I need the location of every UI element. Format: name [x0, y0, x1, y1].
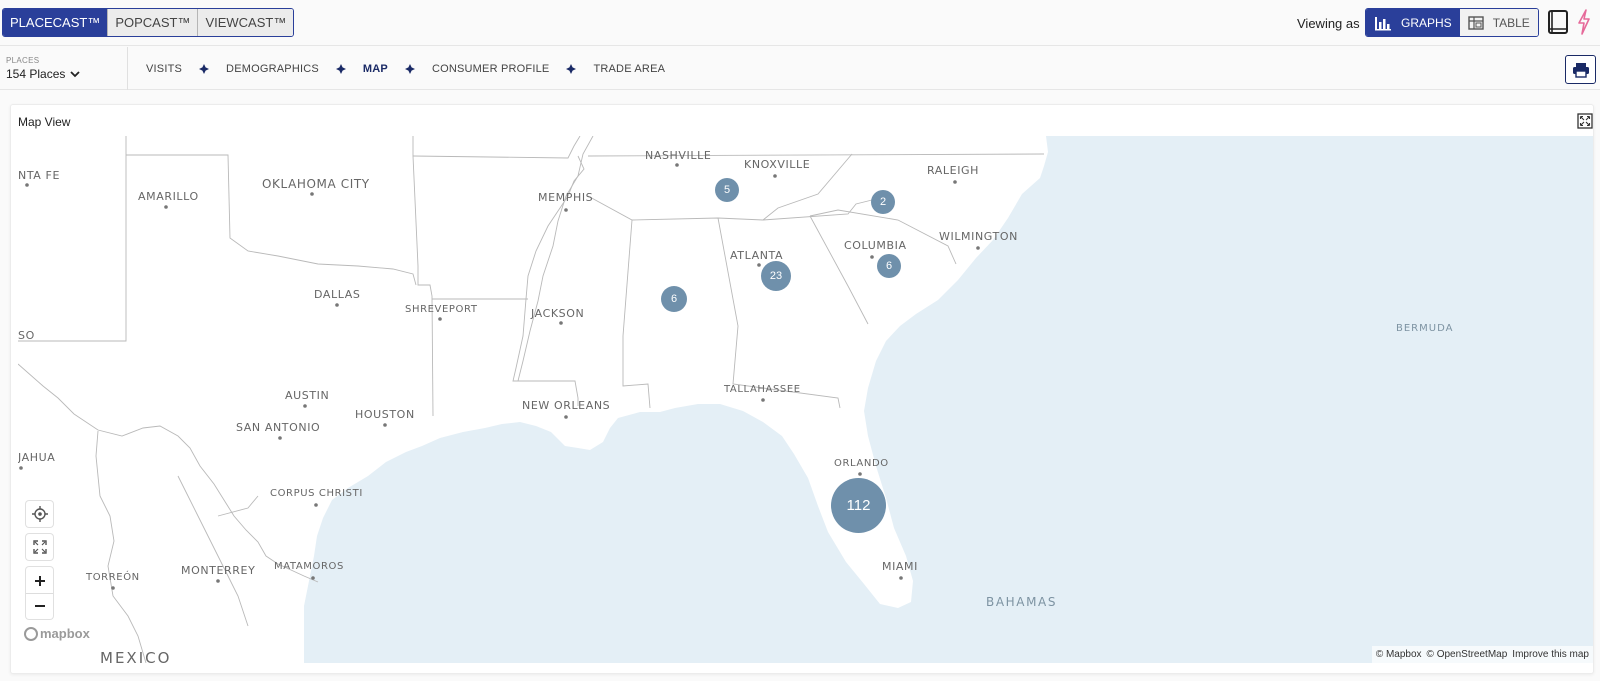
diamond-separator-icon: [199, 63, 210, 74]
location-cluster[interactable]: 112: [831, 478, 886, 533]
city-label-columbia: COLUMBIA: [844, 239, 907, 252]
tab-trade-area[interactable]: TRADE AREA: [593, 63, 665, 75]
region-label-bahamas: BAHAMAS: [986, 595, 1057, 609]
city-label-miami: MIAMI: [882, 560, 918, 573]
report-nav-bar: PLACES 154 Places VISITS DEMOGRAPHICS MA…: [0, 47, 1600, 90]
diamond-separator-icon: [404, 63, 415, 74]
viewing-as-label: Viewing as: [1297, 16, 1360, 31]
city-label-austin: AUSTIN: [285, 389, 329, 402]
locate-button[interactable]: [26, 502, 53, 527]
city-label-san-antonio: SAN ANTONIO: [236, 421, 320, 434]
lightning-icon[interactable]: [1576, 9, 1592, 35]
city-label-matamoros: MATAMOROS: [274, 561, 344, 572]
city-label-knoxville: KNOXVILLE: [744, 158, 810, 171]
city-label-mexico: MEXICO: [100, 649, 171, 663]
view-table-label: TABLE: [1492, 15, 1530, 30]
zoom-out-button[interactable]: [26, 593, 53, 618]
chevron-down-icon: [70, 71, 81, 78]
city-label-corpus-christi: CORPUS CHRISTI: [270, 488, 363, 499]
zoom-in-button[interactable]: [26, 568, 53, 593]
city-label-tallahassee: TALLAHASSEE: [723, 384, 801, 395]
places-count: 154 Places: [6, 67, 66, 81]
view-graphs-button[interactable]: GRAPHS: [1366, 9, 1460, 36]
table-icon: [1467, 15, 1484, 30]
diamond-separator-icon: [566, 63, 577, 74]
location-cluster[interactable]: 6: [661, 286, 687, 312]
map-fullscreen-button[interactable]: [26, 535, 53, 560]
bar-chart-icon: [1375, 16, 1391, 30]
city-label-memphis: MEMPHIS: [538, 191, 593, 204]
map-canvas[interactable]: NTA FE AMARILLO OKLAHOMA CITY NASHVILLE …: [18, 136, 1593, 663]
city-label-orlando: ORLANDO: [834, 458, 889, 469]
book-icon[interactable]: [1547, 9, 1569, 35]
mapbox-logo[interactable]: mapbox: [24, 626, 90, 641]
attribution-mapbox-link[interactable]: © Mapbox: [1376, 649, 1422, 660]
city-label-jackson: JACKSON: [530, 307, 584, 320]
mapbox-logo-icon: [24, 626, 38, 641]
view-table-button[interactable]: TABLE: [1459, 9, 1538, 36]
fullscreen-control: [26, 534, 53, 560]
crosshair-icon: [31, 506, 48, 522]
attribution-osm-link[interactable]: © OpenStreetMap: [1427, 649, 1508, 660]
map-attribution: © Mapbox © OpenStreetMap Improve this ma…: [1371, 646, 1593, 663]
tab-map[interactable]: MAP: [363, 63, 388, 75]
tab-consumer-profile[interactable]: CONSUMER PROFILE: [432, 63, 550, 75]
expand-icon: [32, 540, 47, 554]
mapbox-logo-text: mapbox: [40, 626, 90, 641]
city-label-dallas: DALLAS: [314, 288, 360, 301]
diamond-separator-icon: [335, 63, 346, 74]
city-label-torreon: TORREÓN: [85, 570, 140, 583]
city-label-oklahoma-city: OKLAHOMA CITY: [262, 177, 370, 191]
view-graphs-label: GRAPHS: [1401, 15, 1452, 30]
fullscreen-icon[interactable]: [1577, 113, 1593, 129]
places-selector[interactable]: PLACES 154 Places: [0, 47, 128, 90]
city-label-chihuahua: JAHUA: [18, 451, 55, 464]
minus-icon: [34, 605, 45, 607]
view-toggle: GRAPHS TABLE: [1365, 8, 1539, 37]
product-placecast-button[interactable]: PLACECAST™: [3, 9, 108, 36]
city-label-houston: HOUSTON: [355, 408, 415, 421]
city-label-monterrey: MONTERREY: [181, 564, 255, 577]
plus-icon: [34, 575, 45, 586]
section-tabs: VISITS DEMOGRAPHICS MAP CONSUMER PROFILE…: [146, 47, 665, 90]
city-label-shreveport: SHREVEPORT: [405, 304, 478, 315]
product-viewcast-button[interactable]: VIEWCAST™: [197, 9, 294, 36]
print-button[interactable]: [1565, 55, 1596, 84]
city-label-santa-fe: NTA FE: [18, 169, 60, 182]
product-switcher: PLACECAST™ POPCAST™ VIEWCAST™: [2, 8, 295, 37]
product-popcast-button[interactable]: POPCAST™: [107, 9, 198, 36]
places-dropdown[interactable]: 154 Places: [6, 67, 127, 81]
location-cluster[interactable]: 2: [871, 190, 895, 214]
places-label: PLACES: [6, 56, 40, 65]
map-view-card: Map View NTA FE AMARILLO OKLAHOMA CITY N…: [10, 104, 1594, 674]
location-cluster[interactable]: 6: [877, 254, 901, 278]
city-label-amarillo: AMARILLO: [138, 190, 199, 203]
region-label-bermuda: BERMUDA: [1396, 323, 1453, 334]
card-title: Map View: [18, 115, 71, 129]
city-label-so: SO: [18, 329, 35, 342]
location-cluster[interactable]: 23: [761, 261, 791, 291]
printer-icon: [1572, 62, 1589, 78]
zoom-control: [26, 567, 53, 619]
city-label-nashville: NASHVILLE: [645, 149, 711, 162]
tab-visits[interactable]: VISITS: [146, 63, 182, 75]
city-label-wilmington: WILMINGTON: [939, 230, 1018, 243]
top-bar: PLACECAST™ POPCAST™ VIEWCAST™ Viewing as…: [0, 0, 1600, 46]
city-label-raleigh: RALEIGH: [927, 164, 979, 177]
city-label-new-orleans: NEW ORLEANS: [522, 399, 610, 412]
location-cluster[interactable]: 5: [715, 178, 739, 202]
region-labels: BERMUDA BAHAMAS: [986, 323, 1453, 609]
locate-control: [26, 501, 53, 527]
improve-map-link[interactable]: Improve this map: [1512, 649, 1589, 660]
basemap: NTA FE AMARILLO OKLAHOMA CITY NASHVILLE …: [18, 136, 1453, 663]
tab-demographics[interactable]: DEMOGRAPHICS: [226, 63, 319, 75]
